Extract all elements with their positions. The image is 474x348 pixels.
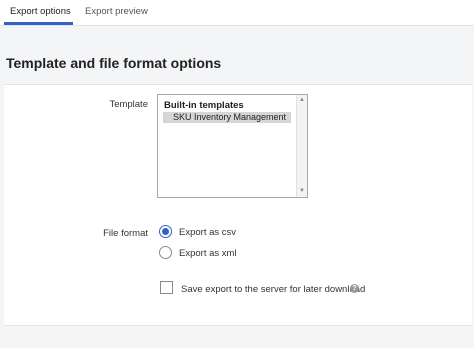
template-option-selected[interactable]: SKU Inventory Management [163,112,291,123]
save-export-checkbox[interactable] [160,281,173,294]
section-title: Template and file format options [6,55,222,71]
template-label: Template [109,99,148,110]
radio-export-xml-label: Export as xml [179,248,237,259]
file-format-label: File format [103,228,148,239]
radio-export-csv-label: Export as csv [179,227,237,238]
tab-export-preview[interactable]: Export preview [85,6,148,17]
tab-export-options[interactable]: Export options [10,6,71,17]
template-listbox[interactable]: Built-in templates SKU Inventory Managem… [157,94,308,198]
help-icon[interactable]: ? [350,284,359,293]
listbox-scrollbar[interactable]: ▲ ▼ [296,95,307,197]
scroll-up-icon[interactable]: ▲ [299,97,305,103]
template-group-label: Built-in templates [164,100,244,111]
scroll-down-icon[interactable]: ▼ [299,188,305,194]
tab-bar: Export options Export preview [0,0,474,26]
active-tab-indicator [4,22,73,25]
radio-export-csv[interactable] [159,225,172,238]
radio-export-xml[interactable] [159,246,172,259]
save-export-label: Save export to the server for later down… [181,284,366,295]
